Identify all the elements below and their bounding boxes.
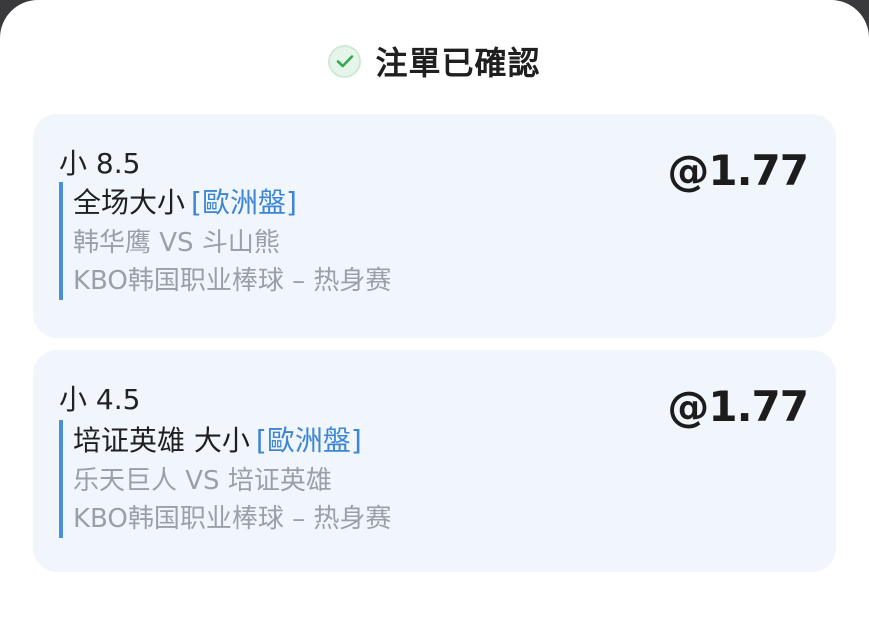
bet-league: KBO韩国职业棒球 – 热身赛	[73, 504, 392, 534]
bet-odds: @1.77	[667, 146, 809, 195]
confirmation-header: 注單已確認	[0, 36, 869, 86]
bet-selection: 小 8.5	[59, 147, 141, 180]
bet-market-name: 全场大小	[73, 186, 186, 219]
bet-market: 全场大小 [歐洲盤]	[73, 182, 391, 224]
bet-market-tag: [歐洲盤]	[191, 186, 297, 219]
bet-league: KBO韩国职业棒球 – 热身赛	[73, 266, 392, 296]
bet-market-tag: [歐洲盤]	[255, 424, 362, 457]
bet-market-name: 培证英雄 大小	[73, 424, 250, 457]
bet-detail: 全场大小 [歐洲盤] 韩华鹰 VS 斗山熊 KBO韩国职业棒球 – 热身赛	[59, 182, 391, 300]
page-title: 注單已確認	[375, 44, 541, 82]
bet-odds: @1.77	[667, 382, 809, 431]
bet-selection: 小 4.5	[59, 383, 141, 416]
confirmation-sheet: 注單已確認 小 8.5 @1.77 全场大小 [歐洲盤] 韩华鹰 VS 斗山熊 K…	[0, 0, 869, 620]
bet-detail: 培证英雄 大小 [歐洲盤] 乐天巨人 VS 培证英雄 KBO韩国职业棒球 – 热身…	[59, 420, 391, 538]
check-circle-icon	[328, 44, 362, 78]
bet-match: 韩华鹰 VS 斗山熊	[73, 228, 280, 258]
bet-card: 小 8.5 @1.77 全场大小 [歐洲盤] 韩华鹰 VS 斗山熊 KBO韩国职业…	[33, 114, 836, 338]
bet-market: 培证英雄 大小 [歐洲盤]	[73, 420, 391, 462]
bet-match: 乐天巨人 VS 培证英雄	[73, 466, 332, 496]
bet-card: 小 4.5 @1.77 培证英雄 大小 [歐洲盤] 乐天巨人 VS 培证英雄 KB…	[33, 350, 836, 572]
